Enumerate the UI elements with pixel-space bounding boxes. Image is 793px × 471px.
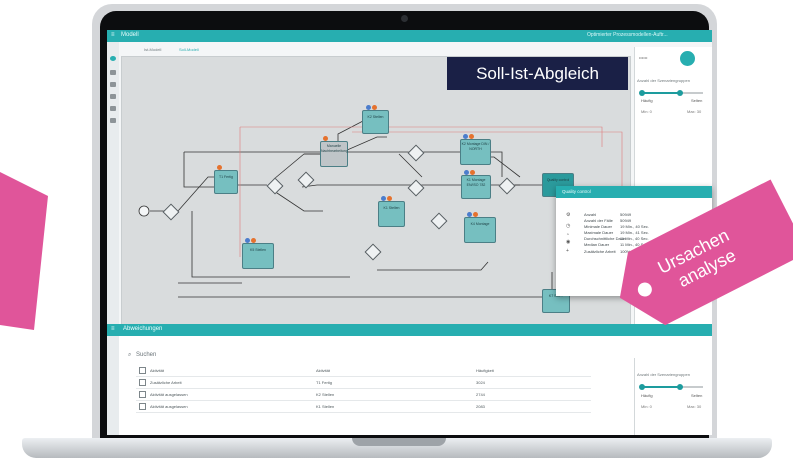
ursachen-tag-layer: Ursachen analyse: [619, 179, 793, 326]
